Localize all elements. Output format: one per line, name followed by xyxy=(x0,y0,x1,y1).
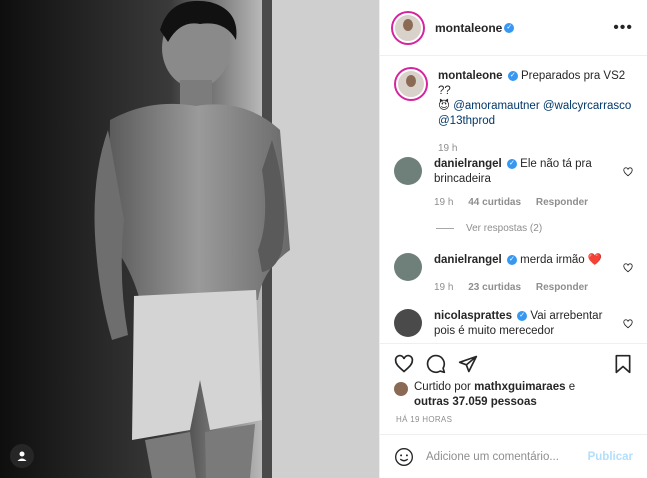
comment-text-cont: brincadeira xyxy=(434,173,491,185)
view-replies-label[interactable]: Ver respostas (2) xyxy=(466,223,542,234)
replies-divider xyxy=(436,228,454,229)
user-icon xyxy=(17,451,27,461)
photo-image xyxy=(0,0,379,478)
action-bar xyxy=(380,343,647,383)
publish-button[interactable]: Publicar xyxy=(588,451,633,463)
comments-list[interactable]: montaleone ✓ Preparados pra VS2 ?? 😈 @am… xyxy=(380,57,647,343)
comment-input[interactable]: Adicione um comentário... xyxy=(426,451,559,463)
comment-username[interactable]: danielrangel xyxy=(434,254,502,266)
comment-item: danielrangel ✓ merda irmão ❤️ 19 h 23 cu… xyxy=(394,253,633,295)
verified-badge-icon: ✓ xyxy=(504,22,515,33)
like-comment-heart-icon[interactable] xyxy=(623,263,633,273)
bookmark-icon[interactable] xyxy=(613,354,633,374)
author-username[interactable]: montaleone xyxy=(435,21,502,35)
verified-badge-icon: ✓ xyxy=(517,310,528,321)
liked-by-text: Curtido por mathxguimaraes e outras 37.0… xyxy=(414,380,575,410)
comment-likes[interactable]: 44 curtidas xyxy=(468,197,521,208)
view-replies-button[interactable]: Ver respostas (2) xyxy=(436,223,542,234)
comment-text: merda irmão xyxy=(520,254,585,266)
verified-badge-icon: ✓ xyxy=(506,158,517,169)
comment-meta: 19 h 23 curtidas Responder xyxy=(434,280,602,295)
verified-badge-icon: ✓ xyxy=(506,254,517,265)
caption: montaleone ✓ Preparados pra VS2 ?? 😈 @am… xyxy=(394,69,633,156)
instagram-post-modal: montaleone ✓ ••• montaleone ✓ Preparados… xyxy=(0,0,647,478)
share-icon[interactable] xyxy=(458,354,478,374)
comment-username[interactable]: nicolasprattes xyxy=(434,310,512,322)
author-avatar[interactable] xyxy=(393,12,423,43)
commenter-avatar[interactable] xyxy=(394,157,422,185)
comment-item: nicolasprattes ✓ Vai arrebentar pois é m… xyxy=(394,309,633,339)
post-header: montaleone ✓ ••• xyxy=(380,0,647,56)
liked-by-user[interactable]: mathxguimaraes xyxy=(474,381,565,393)
emoji-icon[interactable] xyxy=(394,447,414,467)
caption-avatar[interactable] xyxy=(396,69,426,99)
mention-walcyrcarrasco[interactable]: @walcyrcarrasco xyxy=(543,100,631,112)
liked-by-connector: e xyxy=(568,381,576,393)
comment-body: danielrangel ✓ Ele não tá pra brincadeir… xyxy=(434,157,600,210)
comment-time: 19 h xyxy=(434,282,454,293)
like-heart-icon[interactable] xyxy=(394,354,414,374)
caption-meta: 19 h xyxy=(438,141,633,156)
reply-button[interactable]: Responder xyxy=(536,197,588,208)
verified-badge-icon: ✓ xyxy=(507,70,518,81)
comment-meta: 19 h 44 curtidas Responder xyxy=(434,195,600,210)
caption-body: montaleone ✓ Preparados pra VS2 ?? 😈 @am… xyxy=(438,69,633,156)
mention-amoramautner[interactable]: @amoramautner xyxy=(453,100,539,112)
red-heart-emoji-icon: ❤️ xyxy=(587,254,603,266)
comment-icon[interactable] xyxy=(426,354,446,374)
mention-13thprod[interactable]: @13thprod xyxy=(438,115,495,127)
post-side-panel: montaleone ✓ ••• montaleone ✓ Preparados… xyxy=(379,0,647,478)
liked-by-others[interactable]: outras 37.059 pessoas xyxy=(414,396,537,408)
comment-username[interactable]: danielrangel xyxy=(434,158,502,170)
comment-body: danielrangel ✓ merda irmão ❤️ 19 h 23 cu… xyxy=(434,253,602,295)
commenter-avatar[interactable] xyxy=(394,309,422,337)
post-timestamp[interactable]: HÁ 19 HORAS xyxy=(396,415,452,424)
comment-item: danielrangel ✓ Ele não tá pra brincadeir… xyxy=(394,157,633,210)
liked-by: Curtido por mathxguimaraes e outras 37.0… xyxy=(394,380,633,410)
like-comment-heart-icon[interactable] xyxy=(623,167,633,177)
more-options-icon[interactable]: ••• xyxy=(613,19,633,37)
liked-by-prefix: Curtido por xyxy=(414,381,471,393)
like-comment-heart-icon[interactable] xyxy=(623,319,633,329)
caption-time: 19 h xyxy=(438,143,458,154)
liker-avatar[interactable] xyxy=(394,382,408,396)
reply-button[interactable]: Responder xyxy=(536,282,588,293)
comment-time: 19 h xyxy=(434,197,454,208)
user-tag-button[interactable] xyxy=(10,444,34,468)
devil-emoji-icon: 😈 xyxy=(438,100,450,112)
post-photo[interactable] xyxy=(0,0,379,478)
comment-text-cont: pois é muito merecedor xyxy=(434,325,555,337)
caption-username[interactable]: montaleone xyxy=(438,70,503,82)
comment-box: Adicione um comentário... Publicar xyxy=(380,434,647,478)
commenter-avatar[interactable] xyxy=(394,253,422,281)
comment-body: nicolasprattes ✓ Vai arrebentar pois é m… xyxy=(434,309,602,339)
comment-likes[interactable]: 23 curtidas xyxy=(468,282,521,293)
comment-text: Vai arrebentar xyxy=(530,310,603,322)
comment-text: Ele não tá pra xyxy=(520,158,592,170)
